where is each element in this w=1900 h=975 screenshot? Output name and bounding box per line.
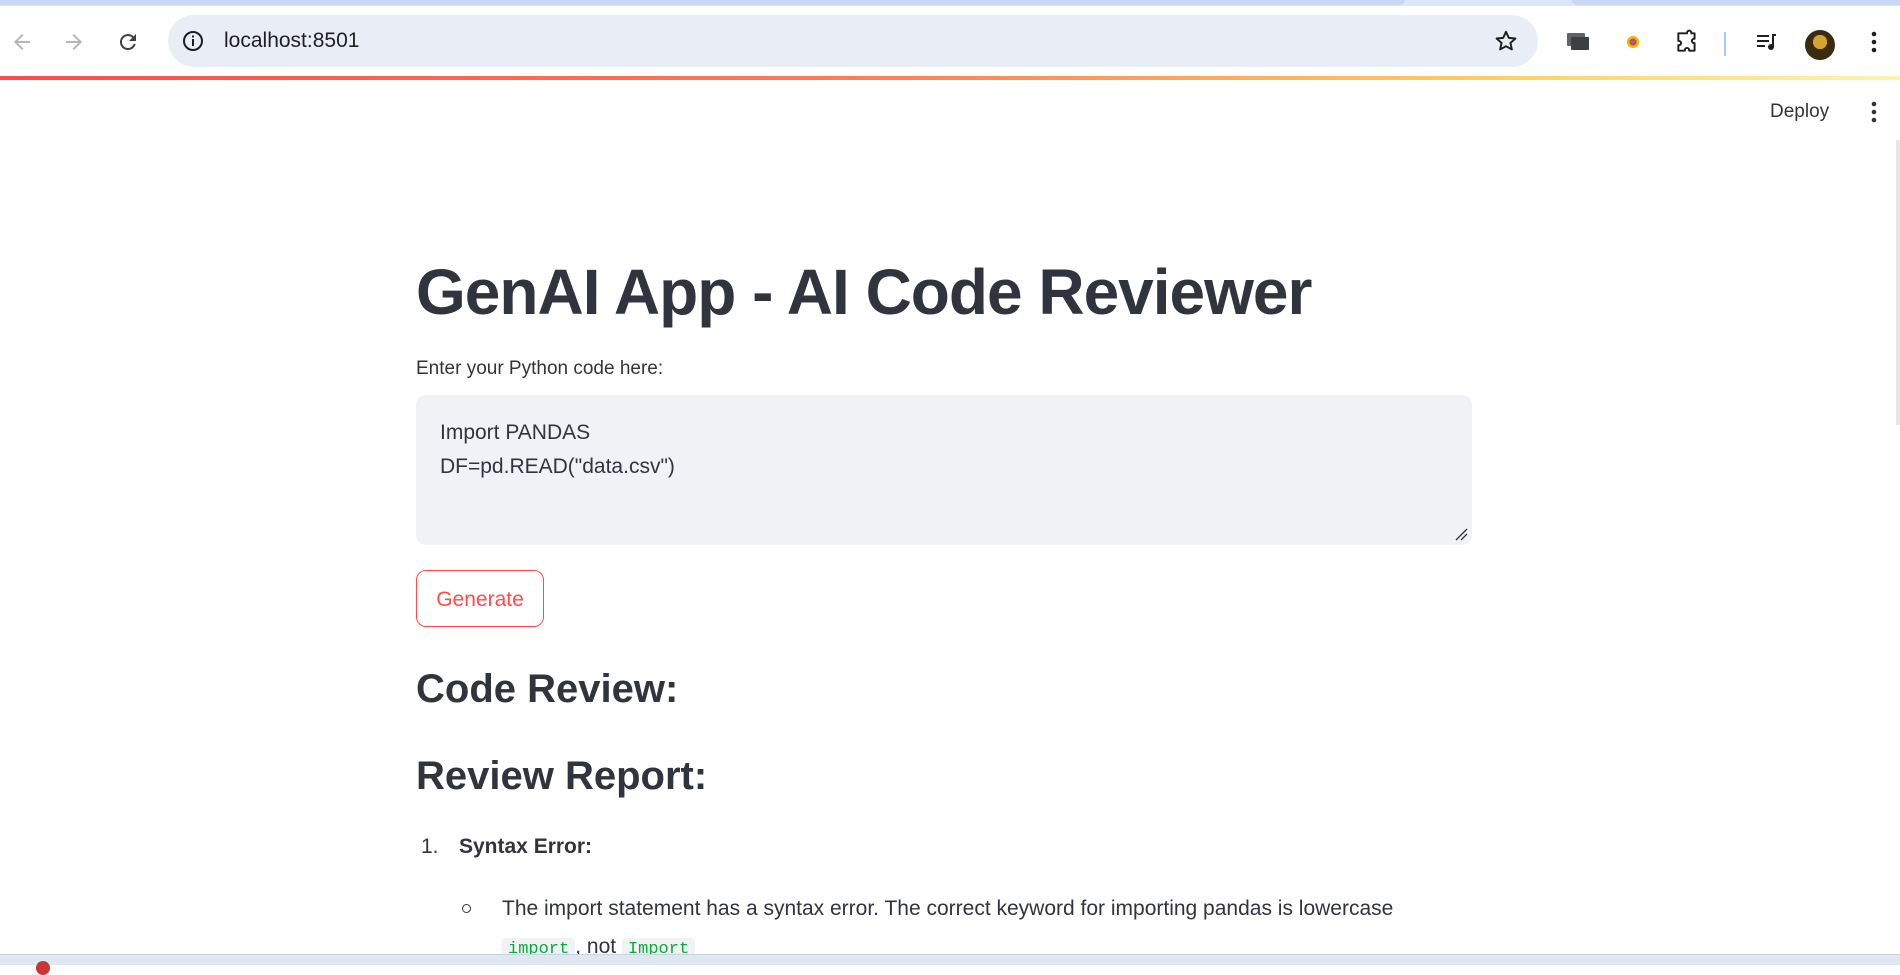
media-control-icon[interactable] xyxy=(1751,26,1783,58)
address-bar[interactable]: localhost:8501 xyxy=(168,15,1538,67)
inactive-tab[interactable] xyxy=(1572,0,1900,5)
os-taskbar xyxy=(0,954,1900,975)
url-text[interactable]: localhost:8501 xyxy=(224,15,359,67)
bullet-marker xyxy=(462,904,471,913)
kebab-menu-icon[interactable] xyxy=(1862,96,1886,128)
cast-icon[interactable] xyxy=(1562,26,1594,58)
puzzle-icon[interactable] xyxy=(1671,26,1703,58)
back-arrow-icon[interactable] xyxy=(2,22,42,62)
code-review-heading: Code Review: xyxy=(416,667,679,711)
star-icon[interactable] xyxy=(1492,27,1520,55)
code-line[interactable]: Import PANDAS xyxy=(440,421,590,445)
reload-icon[interactable] xyxy=(108,22,148,62)
code-input[interactable]: Import PANDAS DF=pd.READ("data.csv") xyxy=(416,395,1472,545)
resize-handle-icon[interactable] xyxy=(1454,527,1468,541)
avatar[interactable] xyxy=(1805,30,1835,60)
deploy-button[interactable]: Deploy xyxy=(1760,96,1839,128)
kebab-menu-icon[interactable] xyxy=(1858,26,1890,58)
info-icon[interactable] xyxy=(180,28,206,54)
toolbar-divider xyxy=(1724,32,1726,56)
generate-button[interactable]: Generate xyxy=(416,570,544,627)
review-report-heading: Review Report: xyxy=(416,754,708,798)
code-line[interactable]: DF=pd.READ("data.csv") xyxy=(440,455,675,479)
scrollbar[interactable] xyxy=(1896,140,1900,425)
active-tab[interactable] xyxy=(0,0,1405,5)
app-icon[interactable] xyxy=(36,961,50,975)
list-number: 1. xyxy=(421,835,439,858)
list-item-text: The import statement has a syntax error.… xyxy=(502,897,1394,920)
app-decoration-bar xyxy=(0,76,1900,80)
extension-app-icon[interactable] xyxy=(1617,26,1649,58)
forward-arrow-icon[interactable] xyxy=(54,22,94,62)
browser-toolbar: localhost:8501 xyxy=(0,6,1900,78)
code-input-label: Enter your Python code here: xyxy=(416,358,664,379)
list-item-title: Syntax Error: xyxy=(459,835,593,858)
page-title: GenAI App - AI Code Reviewer xyxy=(416,256,1312,328)
